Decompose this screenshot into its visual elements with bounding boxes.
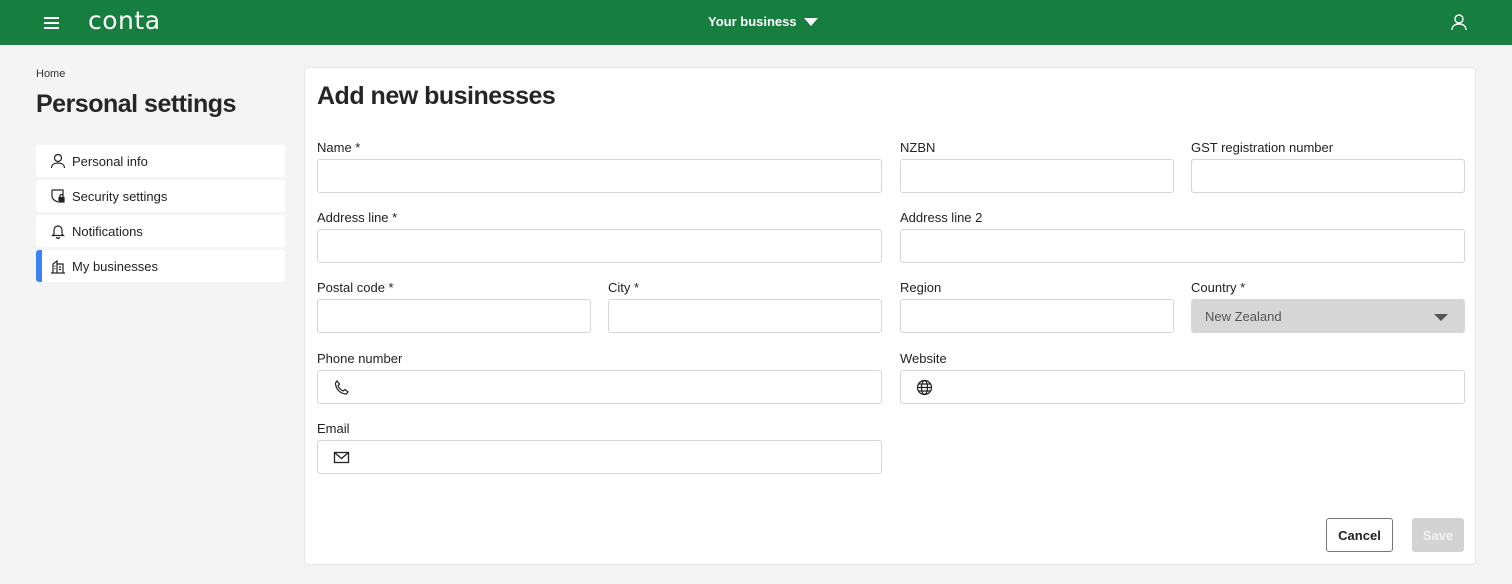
menu-icon[interactable] <box>44 16 59 29</box>
region-field: Region <box>900 280 1174 333</box>
email-input[interactable] <box>318 441 881 473</box>
top-navbar: conta Your business <box>0 0 1512 45</box>
address-line-2-input[interactable] <box>901 230 1464 262</box>
nzbn-field: NZBN <box>900 140 1174 193</box>
sidebar-item-label: Notifications <box>72 223 143 239</box>
building-icon <box>51 259 65 274</box>
sidebar-item-label: My businesses <box>72 258 158 274</box>
sidebar-item-security-settings[interactable]: Security settings <box>36 180 285 212</box>
phone-icon <box>334 380 349 395</box>
envelope-icon <box>333 451 350 464</box>
country-selected-value: New Zealand <box>1205 308 1282 324</box>
cancel-button[interactable]: Cancel <box>1326 518 1393 552</box>
gst-label: GST registration number <box>1191 140 1334 155</box>
add-business-form: Add new businesses Name * NZBN GST regis… <box>304 67 1476 565</box>
nzbn-label: NZBN <box>900 140 936 155</box>
name-field: Name * <box>317 140 882 193</box>
city-label: City * <box>608 280 640 295</box>
business-switcher[interactable]: Your business <box>708 14 818 29</box>
postal-code-field: Postal code * <box>317 280 591 333</box>
name-label: Name * <box>317 140 361 155</box>
postal-code-label: Postal code * <box>317 280 394 295</box>
website-input[interactable] <box>901 371 1464 403</box>
phone-field: Phone number <box>317 351 882 404</box>
globe-icon <box>916 379 933 396</box>
address-line-label: Address line * <box>317 210 398 225</box>
sidebar-item-personal-info[interactable]: Personal info <box>36 145 285 177</box>
email-field: Email <box>317 421 882 474</box>
address-line-2-field: Address line 2 <box>900 210 1465 263</box>
user-icon <box>50 153 66 169</box>
bell-icon <box>51 225 65 239</box>
country-field: Country * New Zealand <box>1191 280 1465 333</box>
region-input[interactable] <box>901 300 1173 332</box>
settings-sidebar: Personal info Security settings Notifica… <box>36 145 285 285</box>
city-input[interactable] <box>609 300 881 332</box>
sidebar-item-label: Personal info <box>72 153 148 169</box>
website-label: Website <box>900 351 947 366</box>
page-title: Personal settings <box>36 90 236 118</box>
address-line-input[interactable] <box>318 230 881 262</box>
country-select[interactable]: New Zealand <box>1191 299 1465 333</box>
postal-code-input[interactable] <box>318 300 590 332</box>
region-label: Region <box>900 280 942 295</box>
website-field: Website <box>900 351 1465 404</box>
caret-down-icon <box>803 17 818 26</box>
conta-logo[interactable]: conta <box>88 6 161 35</box>
shield-lock-icon <box>51 189 65 203</box>
gst-field: GST registration number <box>1191 140 1465 193</box>
gst-input[interactable] <box>1192 160 1464 192</box>
sidebar-item-label: Security settings <box>72 188 168 204</box>
email-label: Email <box>317 421 350 436</box>
business-switcher-label: Your business <box>708 14 797 29</box>
form-title: Add new businesses <box>317 82 556 110</box>
sidebar-item-my-businesses[interactable]: My businesses <box>36 250 285 282</box>
address-line-field: Address line * <box>317 210 882 263</box>
breadcrumb-home[interactable]: Home <box>36 68 65 80</box>
phone-label: Phone number <box>317 351 403 366</box>
user-account-icon[interactable] <box>1450 13 1468 31</box>
caret-down-icon <box>1434 314 1448 321</box>
phone-input[interactable] <box>318 371 881 403</box>
country-label: Country * <box>1191 280 1246 295</box>
save-button[interactable]: Save <box>1412 518 1464 552</box>
name-input[interactable] <box>318 160 881 192</box>
city-field: City * <box>608 280 882 333</box>
sidebar-item-notifications[interactable]: Notifications <box>36 215 285 247</box>
address-line-2-label: Address line 2 <box>900 210 983 225</box>
nzbn-input[interactable] <box>901 160 1173 192</box>
